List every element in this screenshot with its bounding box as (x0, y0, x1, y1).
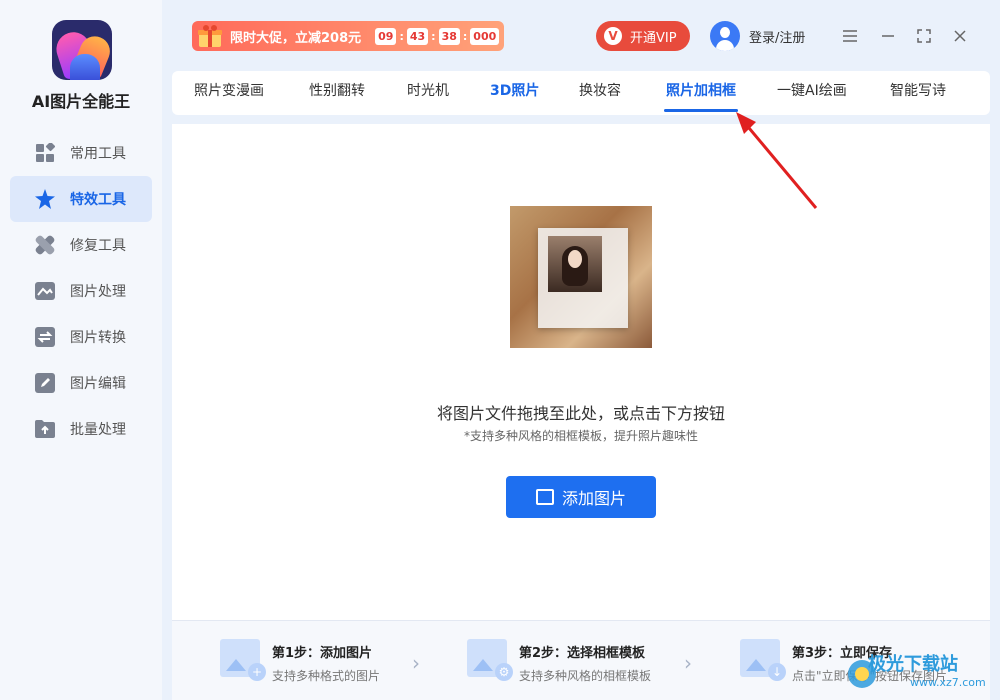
login-label: 登录/注册 (749, 30, 806, 46)
drop-hint: *支持多种风格的相框模板，提升照片趣味性 (463, 429, 698, 443)
menu-icon[interactable] (840, 26, 860, 46)
frame-template-step-icon: ⚙ (467, 639, 513, 681)
edit-icon (34, 372, 56, 394)
sidebar-item-label: 常用工具 (70, 146, 126, 162)
frame-preview-image (510, 206, 652, 348)
bandage-icon (34, 234, 56, 256)
sidebar-item-label: 图片处理 (70, 284, 126, 300)
save-step-icon: ↓ (740, 639, 786, 681)
grid-icon (34, 142, 56, 164)
promo-text: 限时大促，立减208元 (230, 30, 362, 46)
star-icon (34, 188, 56, 210)
sidebar-item-repair-tools[interactable]: 修复工具 (10, 222, 152, 268)
app-logo (52, 20, 112, 80)
step-2: ⚙ 第2步：选择相框模板 支持多种风格的相框模板 (467, 639, 651, 684)
sidebar-item-common-tools[interactable]: 常用工具 (10, 130, 152, 176)
watermark-url: www.xz7.com (910, 676, 986, 689)
sidebar: AI图片全能王 常用工具 特效工具 修复工具 图片处理 图片转换 图片编辑 批量… (0, 0, 162, 700)
tab-photo-to-comic[interactable]: 照片变漫画 (194, 71, 264, 115)
step-1: + 第1步：添加图片 支持多种格式的图片 (220, 639, 380, 684)
timer-seconds: 38 (438, 27, 460, 45)
minimize-icon[interactable] (878, 26, 898, 46)
add-image-step-icon: + (220, 639, 266, 681)
feature-tabs: 照片变漫画 性别翻转 时光机 3D照片 换妆容 照片加相框 一键AI绘画 智能写… (172, 71, 990, 115)
tab-gender-swap[interactable]: 性别翻转 (309, 71, 365, 115)
upload-icon (34, 418, 56, 440)
tab-time-machine[interactable]: 时光机 (407, 71, 449, 115)
add-image-label: 添加图片 (561, 491, 626, 508)
timer-minutes: 43 (406, 27, 429, 45)
step-title: 第2步：选择相框模板 (519, 646, 646, 661)
watermark-text: 极光下载站 (868, 654, 958, 675)
sidebar-item-label: 图片转换 (70, 330, 126, 346)
tab-makeup[interactable]: 换妆容 (579, 71, 621, 115)
drop-instruction: 将图片文件拖拽至此处，或点击下方按钮 (436, 404, 725, 423)
app-name: AI图片全能王 (31, 92, 131, 111)
drop-zone[interactable]: 将图片文件拖拽至此处，或点击下方按钮 *支持多种风格的相框模板，提升照片趣味性 … (172, 124, 990, 620)
vip-button[interactable]: V 开通VIP (596, 21, 690, 51)
annotation-arrow (736, 112, 818, 209)
sidebar-item-image-convert[interactable]: 图片转换 (10, 314, 152, 360)
sidebar-item-effects-tools[interactable]: 特效工具 (10, 176, 152, 222)
countdown-timer: 09 : 43 : 38 : 000 (375, 27, 500, 45)
vip-v-icon: V (604, 27, 622, 45)
step-desc: 支持多种风格的相框模板 (519, 669, 652, 683)
tab-poetry[interactable]: 智能写诗 (890, 71, 946, 115)
gift-box-icon (192, 21, 228, 51)
sidebar-item-label: 特效工具 (70, 192, 126, 208)
timer-hours: 09 (375, 27, 397, 45)
convert-icon (34, 326, 56, 348)
tab-3d-photo[interactable]: 3D照片 (490, 71, 539, 115)
timer-millis: 000 (470, 27, 500, 45)
sidebar-item-image-edit[interactable]: 图片编辑 (10, 360, 152, 406)
sidebar-nav: 常用工具 特效工具 修复工具 图片处理 图片转换 图片编辑 批量处理 (10, 130, 152, 452)
image-icon (34, 280, 56, 302)
step-desc: 支持多种格式的图片 (272, 669, 381, 683)
add-image-button[interactable]: 添加图片 (506, 476, 656, 518)
vip-label: 开通VIP (630, 30, 677, 46)
maximize-icon[interactable] (914, 26, 934, 46)
sidebar-item-label: 修复工具 (70, 238, 126, 254)
chevron-right-icon: › (412, 651, 420, 675)
step-title: 第1步：添加图片 (272, 646, 373, 661)
chevron-right-icon: › (684, 651, 692, 675)
avatar-icon (710, 21, 740, 51)
promo-banner[interactable]: 限时大促，立减208元 09 : 43 : 38 : 000 (192, 21, 504, 51)
sidebar-item-image-processing[interactable]: 图片处理 (10, 268, 152, 314)
sidebar-item-label: 图片编辑 (70, 376, 126, 392)
sidebar-item-batch[interactable]: 批量处理 (10, 406, 152, 452)
top-bar: 限时大促，立减208元 09 : 43 : 38 : 000 V 开通VIP 登… (172, 10, 990, 62)
close-icon[interactable] (950, 26, 970, 46)
sidebar-item-label: 批量处理 (70, 422, 126, 438)
login-button[interactable]: 登录/注册 (710, 21, 805, 51)
add-image-icon (535, 489, 554, 505)
